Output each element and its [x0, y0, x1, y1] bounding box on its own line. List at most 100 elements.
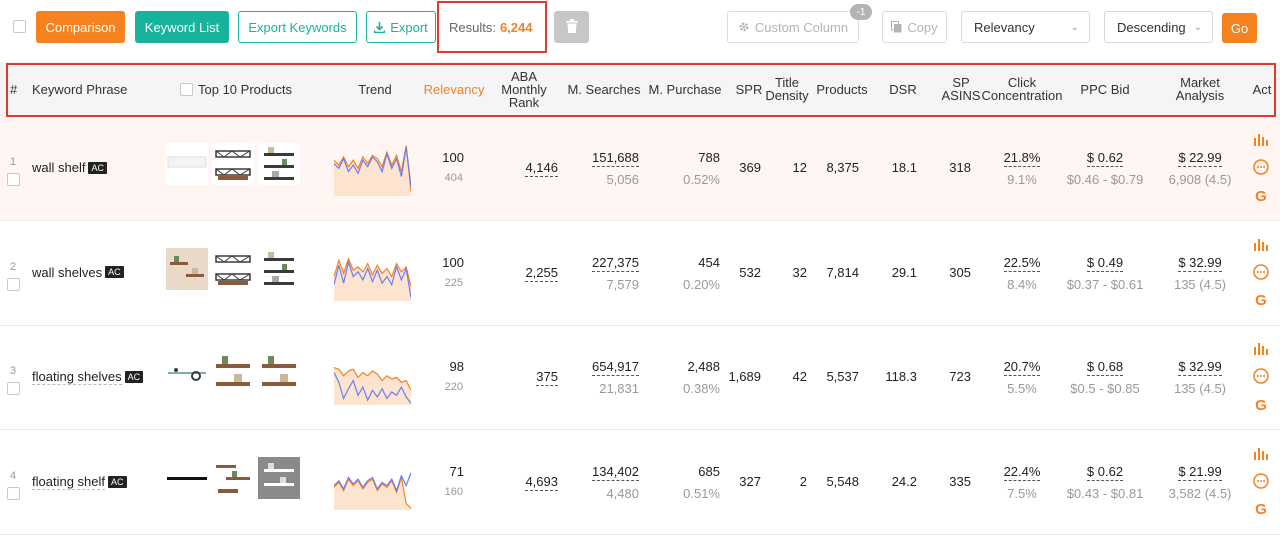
keyword-phrase[interactable]: wall shelf AC — [32, 160, 107, 175]
keyword-phrase[interactable]: wall shelves AC — [32, 265, 124, 280]
searches-sub: 7,579 — [606, 277, 639, 292]
copy-label: Copy — [907, 19, 938, 35]
market-analysis-value[interactable]: $ 32.99 — [1160, 359, 1240, 376]
searches-value[interactable]: 654,917 — [592, 359, 639, 376]
relevancy-value: 100 — [442, 255, 464, 270]
go-button[interactable]: Go — [1222, 13, 1257, 43]
market-analysis-value[interactable]: $ 22.99 — [1160, 150, 1240, 167]
google-icon[interactable]: G — [1253, 188, 1269, 205]
bar-chart-icon[interactable] — [1253, 132, 1269, 148]
spr-value-text: 327 — [739, 473, 761, 489]
product-thumbnail[interactable] — [166, 143, 208, 185]
aba-rank-value-text: 2,255 — [525, 264, 558, 282]
sp-asins-value: 335 — [949, 474, 971, 489]
product-thumbnail[interactable] — [258, 143, 300, 185]
searches-value[interactable]: 151,688 — [592, 150, 639, 167]
ppc-bid-value[interactable]: $ 0.49 — [1060, 254, 1150, 272]
purchase-value-text: 788 — [698, 150, 720, 165]
bar-chart-icon[interactable] — [1253, 341, 1269, 357]
click-concentration-sub: 9.1% — [1007, 172, 1037, 187]
row-checkbox[interactable] — [7, 486, 20, 500]
ppc-bid-text: $ 0.49 — [1086, 254, 1124, 272]
spr-value-text: 532 — [739, 264, 761, 280]
title-density-value-text: 12 — [792, 160, 807, 175]
custom-column-button[interactable]: Custom Column — [727, 11, 859, 43]
aba-rank-value-text: 375 — [536, 369, 558, 386]
ppc-bid-value[interactable]: $ 0.62 — [1060, 150, 1150, 167]
product-thumbnail[interactable] — [212, 143, 254, 185]
product-thumbnail[interactable] — [166, 456, 208, 499]
market-analysis-value[interactable]: $ 21.99 — [1160, 463, 1240, 481]
product-thumbnail[interactable] — [212, 456, 254, 499]
ac-badge: AC — [105, 266, 124, 278]
aba-rank-value[interactable]: 2,255 — [525, 264, 558, 282]
table-row[interactable]: 3 floating shelves AC 98 220 375 654,917 21,831… — [0, 326, 1280, 430]
aba-rank-value[interactable]: 4,146 — [525, 160, 558, 177]
product-thumbnail[interactable] — [212, 247, 254, 290]
click-concentration-value[interactable]: 20.7% — [990, 359, 1054, 376]
more-icon[interactable] — [1253, 472, 1269, 489]
products-value-text: 5,537 — [826, 369, 859, 384]
row-checkbox[interactable] — [7, 277, 20, 291]
trend-sparkline[interactable] — [334, 458, 411, 510]
more-icon[interactable] — [1253, 368, 1269, 384]
keyword-phrase[interactable]: floating shelf AC — [32, 474, 127, 490]
market-analysis-sub: 3,582 (4.5) — [1168, 485, 1232, 501]
click-concentration-value[interactable]: 21.8% — [990, 150, 1054, 167]
trash-icon — [565, 18, 578, 36]
sort-by-select[interactable]: Relevancy ⌄ — [961, 11, 1090, 43]
bar-chart-icon[interactable] — [1253, 446, 1269, 462]
table-row[interactable]: 2 wall shelves AC 100 225 2,255 227,375 7,579 45… — [0, 222, 1280, 326]
product-thumbnail[interactable] — [212, 352, 254, 394]
searches-sub: 5,056 — [606, 172, 639, 187]
aba-rank-value[interactable]: 375 — [536, 369, 558, 386]
trend-sparkline[interactable] — [334, 249, 411, 301]
trend-sparkline[interactable] — [334, 353, 411, 405]
export-keywords-button[interactable]: Export Keywords — [238, 11, 357, 43]
more-icon[interactable] — [1253, 263, 1269, 280]
aba-rank-value[interactable]: 4,693 — [525, 473, 558, 491]
ppc-bid-value[interactable]: $ 0.62 — [1060, 463, 1150, 481]
sort-order-select[interactable]: Descending ⌄ — [1104, 11, 1213, 43]
product-thumbnail[interactable] — [258, 247, 300, 290]
click-concentration-value[interactable]: 22.4% — [990, 463, 1054, 481]
export-button[interactable]: Export — [366, 11, 436, 43]
delete-button[interactable] — [554, 11, 589, 43]
google-icon[interactable]: G — [1253, 501, 1269, 518]
relevancy-sub: 225 — [445, 277, 463, 289]
sp-asins-value: 723 — [949, 369, 971, 384]
more-icon[interactable] — [1253, 159, 1269, 175]
keyword-phrase[interactable]: floating shelves AC — [32, 369, 144, 385]
row-checkbox[interactable] — [7, 382, 20, 395]
ppc-bid-value[interactable]: $ 0.68 — [1060, 359, 1150, 376]
product-thumbnail[interactable] — [258, 456, 300, 499]
searches-value-text: 227,375 — [592, 254, 639, 272]
product-thumbnail[interactable] — [166, 352, 208, 394]
comparison-button[interactable]: Comparison — [36, 11, 125, 43]
row-checkbox[interactable] — [7, 173, 20, 186]
purchase-value-text: 685 — [698, 463, 720, 479]
google-icon[interactable]: G — [1253, 292, 1269, 309]
spr-value: 369 — [739, 160, 761, 175]
bar-chart-icon[interactable] — [1253, 237, 1269, 253]
searches-value[interactable]: 227,375 — [592, 254, 639, 272]
purchase-value: 685 — [698, 464, 720, 479]
copy-button[interactable]: Copy — [882, 11, 947, 43]
select-all-checkbox[interactable] — [13, 20, 26, 33]
toolbar: Comparison Keyword List Export Keywords … — [0, 0, 1280, 60]
click-concentration-value[interactable]: 22.5% — [990, 254, 1054, 272]
product-thumbnail[interactable] — [166, 247, 208, 290]
trend-sparkline[interactable] — [334, 144, 411, 196]
table-row[interactable]: 1 wall shelf AC 100 404 4,146 151,688 5,056 788 0… — [0, 117, 1280, 221]
spr-value-text: 1,689 — [728, 369, 761, 384]
product-thumbnail[interactable] — [258, 352, 300, 394]
keyword-list-button[interactable]: Keyword List — [135, 11, 229, 43]
table-row[interactable]: 4 floating shelf AC 71 160 4,693 134,402 4,480 6… — [0, 431, 1280, 535]
keyword-text: floating shelves — [32, 369, 122, 385]
aba-rank-value-text: 4,146 — [525, 160, 558, 177]
searches-value[interactable]: 134,402 — [592, 463, 639, 481]
google-icon[interactable]: G — [1253, 397, 1269, 414]
market-analysis-value[interactable]: $ 32.99 — [1160, 254, 1240, 272]
market-analysis-text: $ 32.99 — [1178, 254, 1222, 272]
copy-icon — [891, 21, 902, 33]
